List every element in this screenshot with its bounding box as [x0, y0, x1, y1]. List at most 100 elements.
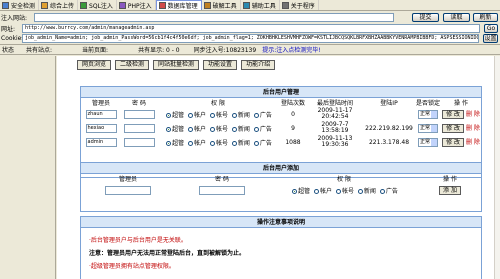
last-login-time: 2009-11-13 19:30:36 — [317, 135, 353, 148]
login-count: 1088 — [285, 138, 301, 146]
admin-username-input[interactable]: zhaun — [85, 109, 117, 119]
address-label: 网址: — [1, 26, 16, 33]
radio-news[interactable] — [231, 126, 237, 132]
admin-password-input[interactable] — [123, 123, 155, 133]
tab-icon — [80, 1, 88, 9]
tab-about[interactable]: 关于程序 — [280, 0, 319, 10]
second-check-button[interactable]: 二级检测 — [115, 60, 150, 70]
role-radio-group: 超管 帐户 帐号 新闻 广告 — [157, 121, 279, 135]
add-table: 管理员 密 码 权 限 操 作 超管 帐户 帐号 新闻 广告 添 加 — [81, 174, 481, 197]
login-count: 0 — [291, 110, 295, 118]
notice-panel: 操作注意事项说明 ·后台管理员户与后台用户是无关联。 注意：管理员用户无法用正常… — [80, 216, 482, 279]
radio-superadmin[interactable] — [166, 140, 172, 146]
radio-account[interactable] — [188, 112, 194, 118]
radio-number[interactable] — [209, 112, 215, 118]
radio-number[interactable] — [335, 188, 341, 194]
new-username-input[interactable] — [105, 185, 151, 195]
tab-security-check[interactable]: 安全检测 — [0, 0, 40, 10]
login-count: 9 — [291, 124, 295, 132]
edit-button[interactable]: 修 改 — [442, 138, 465, 147]
col-password: 密 码 — [132, 100, 146, 107]
delete-link[interactable]: 删 除 — [466, 139, 480, 146]
cookies-input[interactable]: job_admin_Name=admin; job_admin_PassWord… — [22, 34, 479, 43]
tab-sql-injection[interactable]: SQL注入 — [78, 0, 117, 10]
admin-manage-title: 后台用户管理 — [81, 87, 481, 98]
radio-news[interactable] — [357, 188, 363, 194]
settings-button[interactable]: 功能设置 — [203, 60, 238, 70]
go-button[interactable]: Go — [484, 24, 498, 33]
radio-account[interactable] — [314, 188, 320, 194]
web-browse-button[interactable]: 网页浏览 — [77, 60, 112, 70]
injection-label: 注入网站: — [1, 15, 28, 22]
table-row: admin 超管 帐户 帐号 新闻 广告 1088 2009-11-13 19:… — [81, 135, 481, 149]
submit-button[interactable]: 提交 — [412, 13, 439, 22]
delete-link[interactable]: 删 除 — [466, 111, 480, 118]
lock-select[interactable]: 正常 — [418, 123, 438, 133]
injection-url-input[interactable] — [34, 13, 394, 22]
radio-ads[interactable] — [379, 188, 385, 194]
col-role: 权 限 — [337, 176, 351, 183]
tab-database-manage[interactable]: 数据库管理 — [155, 0, 202, 10]
delete-link[interactable]: 删 除 — [466, 125, 480, 132]
injection-row: 注入网站: 提交 读取 刷新 — [0, 12, 500, 23]
new-password-input[interactable] — [199, 185, 245, 195]
vertical-scrollbar[interactable] — [494, 56, 500, 279]
admin-password-input[interactable] — [123, 137, 155, 147]
top-tab-bar: 安全检测 综合上传 SQL注入 PHP注入 数据库管理 破解工具 辅助工具 关于… — [0, 0, 500, 11]
embedded-browser: 网页浏览 二级检测 同站批量检测 功能设置 功能介绍 后台用户管理 管理员 密 … — [57, 56, 500, 279]
lock-select[interactable]: 正常 — [418, 109, 438, 119]
tab-icon — [203, 1, 211, 9]
radio-ads[interactable] — [253, 126, 259, 132]
tab-icon — [118, 1, 126, 9]
col-lock: 是否锁定 — [415, 100, 440, 107]
admin-username-input[interactable]: hexiao — [85, 123, 117, 133]
radio-account[interactable] — [188, 126, 194, 132]
status-bar: 状态 共有站点: 当前页面: 共有显示: 0 - 0 同步注入号:1082313… — [0, 44, 500, 55]
function-buttons: 网页浏览 二级检测 同站批量检测 功能设置 功能介绍 — [77, 60, 276, 70]
tab-icon — [281, 1, 289, 9]
cookies-row: Cookies: job_admin_Name=admin; job_admin… — [0, 33, 500, 44]
radio-news[interactable] — [231, 112, 237, 118]
add-user-button[interactable]: 添 加 — [439, 185, 461, 195]
radio-number[interactable] — [209, 140, 215, 146]
radio-ads[interactable] — [253, 112, 259, 118]
tab-icon — [2, 1, 9, 9]
col-action: 操 作 — [443, 176, 457, 183]
col-password: 密 码 — [215, 176, 229, 183]
col-last-time: 最后登陆时间 — [316, 100, 353, 107]
col-role: 权 限 — [211, 100, 225, 107]
tab-php-injection[interactable]: PHP注入 — [117, 0, 156, 10]
radio-ads[interactable] — [253, 140, 259, 146]
address-input[interactable]: http://www.burrcy.com/admin/manageadmin.… — [22, 24, 480, 33]
set-cookies-button[interactable]: 设置 — [483, 34, 498, 43]
radio-superadmin[interactable] — [166, 112, 172, 118]
table-row: hexiao 超管 帐户 帐号 新闻 广告 9 2009-7-7 13:58:1… — [81, 121, 481, 135]
intro-button[interactable]: 功能介绍 — [241, 60, 276, 70]
lock-select[interactable]: 正常 — [418, 137, 438, 147]
radio-superadmin[interactable] — [166, 126, 172, 132]
refresh-button[interactable]: 刷新 — [473, 13, 498, 22]
tab-crack-tools[interactable]: 破解工具 — [202, 0, 241, 10]
col-logins: 登陆次数 — [280, 100, 305, 107]
notice-line-3: ·超级管理员拥有站点管理权限。 — [89, 263, 175, 270]
admin-add-title: 后台用户添加 — [81, 163, 481, 174]
batch-check-button[interactable]: 同站批量检测 — [153, 60, 200, 70]
admin-password-input[interactable] — [123, 109, 155, 119]
tab-aux-tools[interactable]: 辅助工具 — [241, 0, 280, 10]
new-role-radio-group: 超管 帐户 帐号 新闻 广告 — [269, 183, 419, 197]
radio-news[interactable] — [231, 140, 237, 146]
role-radio-group: 超管 帐户 帐号 新闻 广告 — [157, 135, 279, 149]
read-button[interactable]: 读取 — [443, 13, 470, 22]
admin-table: 管理员 密 码 权 限 登陆次数 最后登陆时间 登陆IP 是否锁定 操 作 zh… — [81, 98, 481, 149]
radio-account[interactable] — [188, 140, 194, 146]
role-radio-group: 超管 帐户 帐号 新闻 广告 — [157, 107, 279, 121]
display-info: 共有显示: 0 - 0 — [138, 47, 180, 54]
edit-button[interactable]: 修 改 — [442, 124, 465, 133]
radio-number[interactable] — [209, 126, 215, 132]
tab-icon — [41, 1, 49, 9]
login-ip — [363, 107, 415, 121]
edit-button[interactable]: 修 改 — [442, 110, 465, 119]
admin-username-input[interactable]: admin — [85, 137, 117, 147]
radio-superadmin[interactable] — [292, 188, 298, 194]
tab-upload[interactable]: 综合上传 — [39, 0, 79, 10]
